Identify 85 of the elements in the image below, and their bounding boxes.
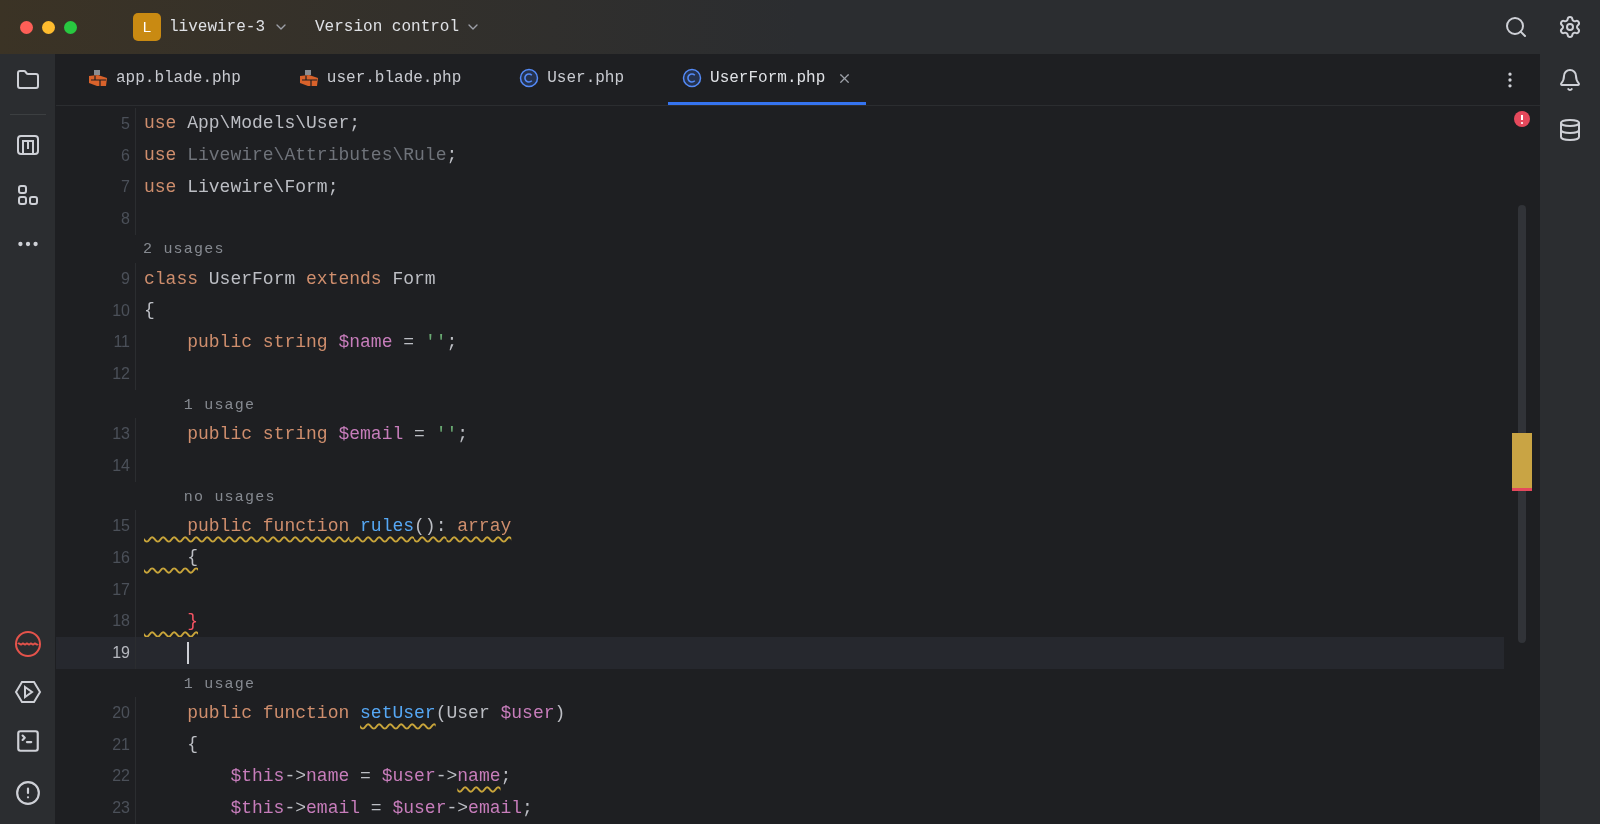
code-token: $email [337,422,404,446]
code-token: = [402,330,416,354]
settings-icon[interactable] [1558,15,1582,39]
code-token: array [456,514,512,538]
code-token: use [144,175,177,199]
code-token: '' [424,330,447,354]
code-token: Livewire\Form; [186,175,339,199]
text-cursor [187,641,189,664]
code-token: (User [435,701,490,725]
code-token: $user [392,796,447,820]
problems-wave-icon[interactable] [13,630,42,658]
code-token: = [359,764,372,788]
code-token: -> [284,764,307,788]
code-token: ; [522,796,533,820]
project-selector[interactable]: L livewire-3 [133,13,289,41]
code-token: rules [359,514,415,538]
line-number: 19 [111,642,130,663]
code-token: name [306,764,350,788]
usage-hint[interactable]: 1 usage [143,396,256,414]
editor-tab[interactable]: UserForm.php [668,54,867,105]
code-token: -> [435,764,458,788]
code-token: -> [446,796,469,820]
editor-tab[interactable]: User.php [505,54,639,105]
code-token: class [144,267,198,291]
structure-icon[interactable] [15,133,40,157]
database-icon[interactable] [1558,118,1582,142]
code-token: use [144,144,177,168]
code-token: { [144,299,155,323]
code-token: Form [391,267,436,291]
class-file-icon [682,68,703,88]
code-token: ) [554,701,566,725]
vcs-menu[interactable]: Version control [315,15,482,39]
class-file-icon [519,68,540,88]
usage-hint[interactable]: 1 usage [143,675,256,693]
editor-tab[interactable]: user.blade.php [284,54,476,105]
blade-file-icon [88,69,108,87]
code-token: $this [229,764,285,788]
code-token: $this [229,796,285,820]
project-badge: L [133,13,161,41]
code-token: Livewire\Attributes\Rule [186,144,447,168]
code-token: $name [337,330,393,354]
code-token: '' [435,422,458,446]
code-token: public [186,701,253,725]
code-token: { [186,733,198,757]
code-token: $user [381,764,436,788]
usage-hint[interactable]: no usages [143,488,276,506]
problems-icon[interactable] [14,780,41,806]
code-token: public [186,330,253,354]
code-token: ; [446,144,458,168]
folder-icon[interactable] [15,68,40,92]
code-token: string [261,422,328,446]
code-token: ; [500,764,512,788]
code-token: $user [499,701,555,725]
code-token: App\Models\User; [186,112,361,136]
code-token: function [261,701,351,725]
search-icon[interactable] [1504,15,1528,39]
code-token: setUser [360,701,436,725]
components-icon[interactable] [15,183,40,207]
code-token: public [186,422,253,446]
blade-file-icon [298,69,319,87]
code-token: email [468,796,523,820]
code-token: email [306,796,361,820]
code-token: public function [186,514,350,538]
code-token: ; [446,330,458,354]
error-marker-icon[interactable] [1514,111,1530,127]
close-window-button[interactable] [20,20,33,34]
code-token: -> [284,796,307,820]
code-token: = [369,796,383,820]
code-token: ; [457,422,469,446]
code-token: (): [414,514,447,538]
minimize-window-button[interactable] [42,20,55,34]
code-token: extends [305,267,382,291]
code-token: } [186,609,198,633]
code-token: name [457,764,501,788]
terminal-icon[interactable] [14,728,41,754]
code-token: use [144,112,177,136]
usage-hint[interactable]: 2 usages [143,241,225,259]
code-token: UserForm [207,267,296,291]
notifications-icon[interactable] [1558,68,1582,92]
code-token: string [261,330,328,354]
code-token: = [413,422,426,446]
code-token: { [186,546,198,570]
editor-tab[interactable]: app.blade.php [74,54,255,105]
run-icon[interactable] [13,680,42,704]
zoom-window-button[interactable] [64,20,77,34]
